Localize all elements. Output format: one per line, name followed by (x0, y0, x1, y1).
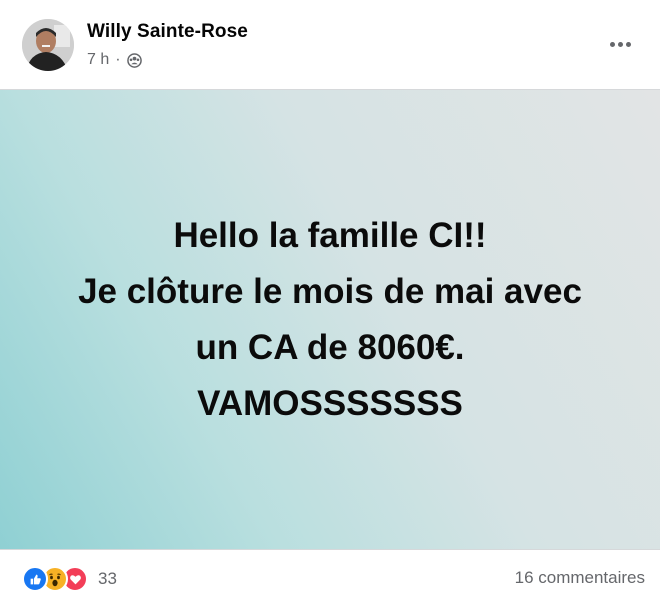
post-text-line: un CA de 8060€. (195, 327, 465, 367)
post-text-line: Hello la famille CI!! (173, 215, 487, 255)
more-options-button[interactable] (602, 30, 638, 58)
reactions-summary[interactable]: 33 (22, 566, 117, 592)
more-dot-icon (617, 41, 623, 47)
more-dot-icon (609, 41, 615, 47)
post-text-line: Je clôture le mois de mai avec (78, 271, 582, 311)
post-card: Willy Sainte-Rose 7 h · Hello la famille… (0, 0, 660, 600)
reaction-count[interactable]: 33 (98, 569, 117, 589)
post-time[interactable]: 7 h (87, 51, 109, 69)
post-meta: 7 h · (87, 50, 142, 70)
post-header: Willy Sainte-Rose 7 h · (0, 0, 660, 88)
post-background: Hello la famille CI!! Je clôture le mois… (0, 89, 660, 550)
post-text: Hello la famille CI!! Je clôture le mois… (30, 208, 630, 432)
meta-separator: · (115, 51, 121, 68)
group-audience-icon[interactable] (126, 52, 142, 68)
comments-count-link[interactable]: 16 commentaires (515, 568, 645, 588)
avatar[interactable] (22, 19, 74, 71)
avatar-photo-icon (22, 19, 74, 71)
author-name[interactable]: Willy Sainte-Rose (87, 21, 248, 43)
post-text-line: VAMOSSSSSSS (197, 383, 463, 423)
like-reaction-icon (22, 566, 48, 592)
more-dot-icon (625, 41, 631, 47)
post-footer: 33 16 commentaires (0, 552, 660, 600)
